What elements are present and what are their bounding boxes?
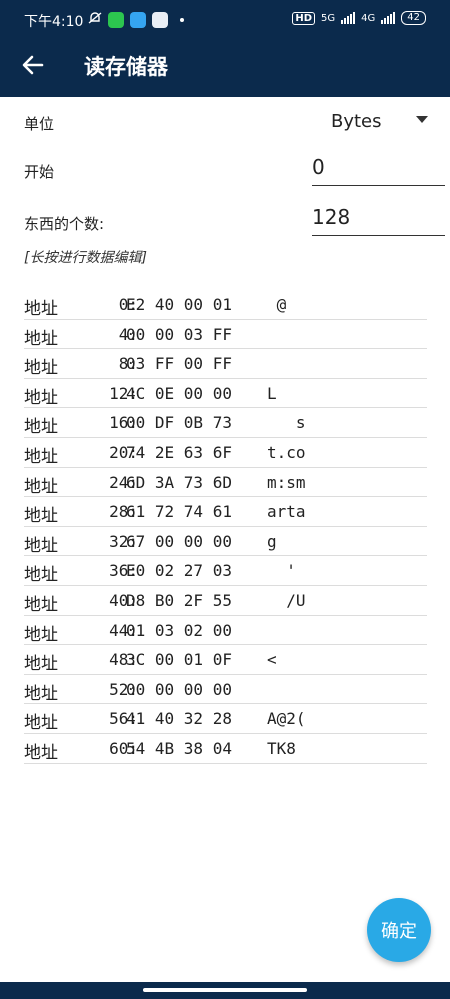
memory-row[interactable]: 地址 48: 3C 00 01 0F < — [24, 645, 427, 675]
wechat-icon — [108, 12, 124, 28]
hex-bytes: 61 72 74 61 — [126, 502, 232, 522]
hex-bytes: 01 03 02 00 — [126, 620, 232, 640]
memory-row[interactable]: 地址 52: 00 00 00 00 — [24, 675, 427, 705]
memory-row[interactable]: 地址 36: E0 02 27 03 ' — [24, 556, 427, 586]
count-input[interactable]: 128 — [312, 205, 445, 236]
memory-row[interactable]: 地址 40: D8 B0 2F 55 /U — [24, 586, 427, 616]
notification-icons — [88, 11, 184, 29]
start-value: 0 — [312, 155, 325, 179]
memory-row[interactable]: 地址 24: 6D 3A 73 6D m:sm — [24, 468, 427, 498]
play-icon — [152, 12, 168, 28]
back-arrow-icon[interactable] — [20, 52, 46, 78]
hex-bytes: 3C 00 01 0F — [126, 650, 232, 670]
network-4g-label: 4G — [361, 12, 376, 24]
more-dot-icon — [180, 18, 184, 22]
ascii-text: ' — [267, 561, 296, 581]
ascii-text: TK8 — [267, 738, 296, 758]
page-title: 读存储器 — [84, 55, 168, 79]
address-label: 地址 — [24, 683, 58, 704]
memory-row[interactable]: 地址 56: 41 40 32 28 A@2( — [24, 704, 427, 734]
hex-bytes: 4C 0E 00 00 — [126, 383, 232, 403]
ascii-text: m:sm — [267, 472, 306, 492]
hex-bytes: 00 00 03 FF — [126, 324, 232, 344]
ascii-text: @ — [267, 295, 287, 314]
status-time: 下午4:10 — [24, 14, 84, 30]
count-value: 128 — [312, 205, 351, 229]
address-label: 地址 — [24, 358, 58, 379]
hex-bytes: 74 2E 63 6F — [126, 442, 232, 462]
ascii-text: A@2( — [267, 709, 306, 729]
confirm-button[interactable]: 确定 — [367, 898, 431, 962]
hex-bytes: 00 00 00 00 — [126, 679, 232, 699]
hex-bytes: D8 B0 2F 55 — [126, 590, 232, 610]
address-label: 地址 — [24, 328, 58, 349]
memory-row[interactable]: 地址 8: 03 FF 00 FF — [24, 349, 427, 379]
hex-bytes: 67 00 00 00 — [126, 531, 232, 551]
start-label: 开始 — [24, 163, 55, 181]
edit-hint: [长按进行数据编辑] — [24, 250, 147, 266]
address-label: 地址 — [24, 713, 58, 734]
hex-bytes: 6D 3A 73 6D — [126, 472, 232, 492]
memory-row[interactable]: 地址 20: 74 2E 63 6F t.co — [24, 438, 427, 468]
confirm-button-label: 确定 — [381, 921, 417, 942]
address-label: 地址 — [24, 624, 58, 645]
address-label: 地址 — [24, 476, 58, 497]
address-label: 地址 — [24, 654, 58, 675]
memory-list: 地址 0: E2 40 00 01 @ 地址 4: 00 00 03 FF 地址 8: 03 F… — [24, 290, 427, 764]
unit-label: 单位 — [24, 115, 55, 133]
memory-row[interactable]: 地址 4: 00 00 03 FF — [24, 320, 427, 350]
address-label: 地址 — [24, 446, 58, 467]
memory-row[interactable]: 地址 60: 54 4B 38 04 TK8 — [24, 734, 427, 764]
ascii-text: < — [267, 650, 277, 670]
memory-row[interactable]: 地址 32: 67 00 00 00 g — [24, 527, 427, 557]
memory-row[interactable]: 地址 28: 61 72 74 61 arta — [24, 497, 427, 527]
ascii-text: arta — [267, 502, 306, 522]
status-right: HD 5G 4G 42 — [292, 11, 426, 25]
signal-icon — [341, 12, 356, 24]
address-label: 地址 — [24, 535, 58, 556]
address-label: 地址 — [24, 417, 58, 438]
status-bar: 下午4:10 HD 5G 4G 42 — [0, 0, 450, 40]
address-label: 地址 — [24, 299, 58, 319]
top-bar: 下午4:10 HD 5G 4G 42 读存储器 — [0, 0, 450, 97]
memory-row[interactable]: 地址 16: 00 DF 0B 73 s — [24, 408, 427, 438]
hex-bytes: 03 FF 00 FF — [126, 354, 232, 374]
unit-select[interactable]: Bytes — [331, 111, 382, 132]
app-icon — [130, 12, 146, 28]
ascii-text: L — [267, 383, 277, 403]
memory-row[interactable]: 地址 44: 01 03 02 00 — [24, 616, 427, 646]
address-label: 地址 — [24, 594, 58, 615]
ascii-text: /U — [267, 590, 306, 610]
chevron-down-icon[interactable] — [416, 116, 428, 123]
ascii-text: g — [267, 531, 277, 551]
hex-bytes: E0 02 27 03 — [126, 561, 232, 581]
address-label: 地址 — [24, 565, 58, 586]
navigation-bar — [0, 982, 450, 999]
address-label: 地址 — [24, 387, 58, 408]
hex-bytes: E2 40 00 01 — [126, 295, 232, 314]
hex-bytes: 54 4B 38 04 — [126, 738, 232, 758]
address-label: 地址 — [24, 506, 58, 527]
home-handle[interactable] — [143, 988, 307, 992]
hex-bytes: 00 DF 0B 73 — [126, 413, 232, 433]
hd-badge: HD — [292, 11, 316, 25]
network-5g-label: 5G — [321, 12, 336, 24]
start-input[interactable]: 0 — [312, 155, 445, 186]
count-label: 东西的个数: — [24, 215, 105, 233]
battery-icon: 42 — [401, 11, 426, 25]
signal-icon-2 — [381, 12, 396, 24]
ascii-text: t.co — [267, 442, 306, 462]
app-bar: 读存储器 — [0, 40, 450, 97]
hex-bytes: 41 40 32 28 — [126, 709, 232, 729]
address-label: 地址 — [24, 742, 58, 763]
memory-row[interactable]: 地址 12: 4C 0E 00 00 L — [24, 379, 427, 409]
ascii-text: s — [267, 413, 306, 433]
memory-row[interactable]: 地址 0: E2 40 00 01 @ — [24, 290, 427, 320]
mute-bell-icon — [88, 11, 102, 29]
